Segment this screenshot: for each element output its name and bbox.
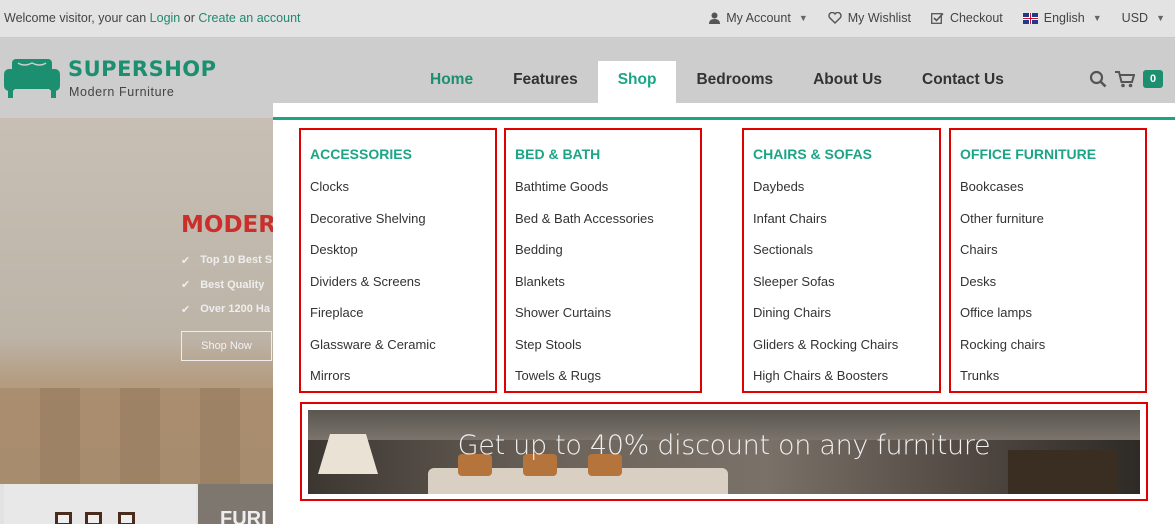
nav-bedrooms[interactable]: Bedrooms: [676, 61, 793, 105]
uk-flag-icon: [1022, 12, 1038, 24]
menu-column-accessories: ACCESSORIES Clocks Decorative Shelving D…: [299, 128, 497, 393]
main-nav: Home Features Shop Bedrooms About Us Con…: [410, 61, 1024, 105]
menu-item[interactable]: High Chairs & Boosters: [753, 368, 898, 400]
language-label: English: [1043, 11, 1085, 25]
menu-item[interactable]: Glassware & Ceramic: [310, 337, 436, 369]
nav-home[interactable]: Home: [410, 61, 493, 105]
menu-item[interactable]: Bed & Bath Accessories: [515, 211, 654, 243]
menu-item[interactable]: Trunks: [960, 368, 1045, 400]
cart-count-badge[interactable]: 0: [1143, 70, 1164, 88]
discount-banner-highlight: Get up to 40% discount on any furniture: [300, 402, 1148, 501]
chevron-down-icon: ▼: [1156, 13, 1165, 23]
menu-item[interactable]: Sectionals: [753, 242, 898, 274]
banner-text: Get up to 40% discount on any furniture: [457, 430, 991, 461]
hero-slider: MODER ✔ Top 10 Best S ✔ Best Quality ✔ Over…: [0, 118, 273, 484]
user-icon: [709, 12, 721, 24]
chevron-down-icon: ▼: [798, 13, 808, 23]
menu-item[interactable]: Towels & Rugs: [515, 368, 654, 400]
hero-bullets: ✔ Top 10 Best S ✔ Best Quality ✔ Over 1200 …: [181, 248, 272, 322]
top-bar: Welcome visitor, your can Login or Creat…: [0, 0, 1175, 38]
welcome-text: Welcome visitor, your can: [4, 11, 147, 25]
chevron-down-icon: ▼: [1092, 13, 1102, 23]
hero-floor-image: [0, 388, 273, 484]
menu-item[interactable]: Daybeds: [753, 179, 898, 211]
menu-item[interactable]: Dining Chairs: [753, 305, 898, 337]
menu-column-title[interactable]: CHAIRS & SOFAS: [753, 146, 872, 162]
menu-column-office-furniture: OFFICE FURNITURE Bookcases Other furnitu…: [949, 128, 1147, 393]
header-icons: 0: [1089, 70, 1164, 88]
menu-item[interactable]: Bookcases: [960, 179, 1045, 211]
menu-item[interactable]: Office lamps: [960, 305, 1045, 337]
logo-subtitle: Modern Furniture: [69, 85, 175, 99]
menu-item[interactable]: Infant Chairs: [753, 211, 898, 243]
menu-item[interactable]: Mirrors: [310, 368, 436, 400]
my-account-label: My Account: [726, 11, 791, 25]
hero-title: MODER: [181, 212, 273, 238]
sofa-icon: [4, 59, 60, 98]
mega-menu-accent-line: [273, 117, 1175, 120]
checkout-link[interactable]: Checkout: [930, 11, 1003, 25]
shop-now-button[interactable]: Shop Now: [181, 331, 272, 361]
hero-bullet: ✔ Top 10 Best S: [181, 254, 273, 267]
checkbox-icon: [930, 12, 944, 24]
menu-column-title[interactable]: BED & BATH: [515, 146, 600, 162]
menu-item[interactable]: Fireplace: [310, 305, 436, 337]
heart-icon: [828, 12, 842, 24]
menu-column-title[interactable]: OFFICE FURNITURE: [960, 146, 1096, 162]
currency-dropdown[interactable]: USD ▼: [1122, 11, 1165, 25]
nav-contact-us[interactable]: Contact Us: [902, 61, 1024, 105]
picture-frame-image: [118, 512, 135, 524]
menu-item[interactable]: Bedding: [515, 242, 654, 274]
top-nav: My Account ▼ My Wishlist Checkout Englis…: [709, 11, 1165, 25]
menu-item[interactable]: Desks: [960, 274, 1045, 306]
logo[interactable]: SUPERSHOP Modern Furniture: [4, 57, 217, 99]
menu-column-title[interactable]: ACCESSORIES: [310, 146, 412, 162]
menu-item[interactable]: Sleeper Sofas: [753, 274, 898, 306]
check-icon: ✔: [181, 279, 191, 292]
nav-shop[interactable]: Shop: [597, 61, 677, 104]
language-dropdown[interactable]: English ▼: [1022, 11, 1102, 25]
check-icon: ✔: [181, 254, 191, 267]
menu-item[interactable]: Desktop: [310, 242, 436, 274]
menu-item[interactable]: Gliders & Rocking Chairs: [753, 337, 898, 369]
menu-item[interactable]: Decorative Shelving: [310, 211, 436, 243]
my-wishlist-label: My Wishlist: [847, 11, 911, 25]
menu-item[interactable]: Dividers & Screens: [310, 274, 436, 306]
menu-column-chairs-sofas: CHAIRS & SOFAS Daybeds Infant Chairs Sec…: [742, 128, 941, 393]
menu-item[interactable]: Chairs: [960, 242, 1045, 274]
menu-item[interactable]: Shower Curtains: [515, 305, 654, 337]
menu-item[interactable]: Blankets: [515, 274, 654, 306]
picture-frame-image: [85, 512, 102, 524]
create-account-link[interactable]: Create an account: [198, 11, 300, 25]
my-account-dropdown[interactable]: My Account ▼: [709, 11, 808, 25]
hero-bullet: ✔ Best Quality: [181, 278, 265, 292]
welcome-message: Welcome visitor, your can Login or Creat…: [4, 11, 301, 25]
my-wishlist-link[interactable]: My Wishlist: [828, 11, 911, 25]
nav-features[interactable]: Features: [493, 61, 598, 105]
promo-card-furniture[interactable]: FURI: [198, 484, 273, 524]
menu-item[interactable]: Bathtime Goods: [515, 179, 654, 211]
menu-item[interactable]: Clocks: [310, 179, 436, 211]
menu-column-bed-bath: BED & BATH Bathtime Goods Bed & Bath Acc…: [504, 128, 702, 393]
menu-item[interactable]: Rocking chairs: [960, 337, 1045, 369]
discount-banner[interactable]: Get up to 40% discount on any furniture: [308, 410, 1140, 494]
search-icon[interactable]: [1089, 70, 1107, 88]
nav-about-us[interactable]: About Us: [793, 61, 902, 105]
menu-item[interactable]: Other furniture: [960, 211, 1045, 243]
picture-frame-image: [55, 512, 72, 524]
checkout-label: Checkout: [949, 11, 1003, 25]
currency-label: USD: [1121, 11, 1149, 25]
cart-icon[interactable]: [1115, 70, 1135, 88]
logo-title: SUPERSHOP: [68, 57, 217, 81]
or-text: or: [183, 11, 195, 25]
check-icon: ✔: [181, 303, 191, 316]
hero-bullet: ✔ Over 1200 Ha: [181, 303, 270, 316]
login-link[interactable]: Login: [150, 11, 181, 25]
menu-item[interactable]: Step Stools: [515, 337, 654, 369]
